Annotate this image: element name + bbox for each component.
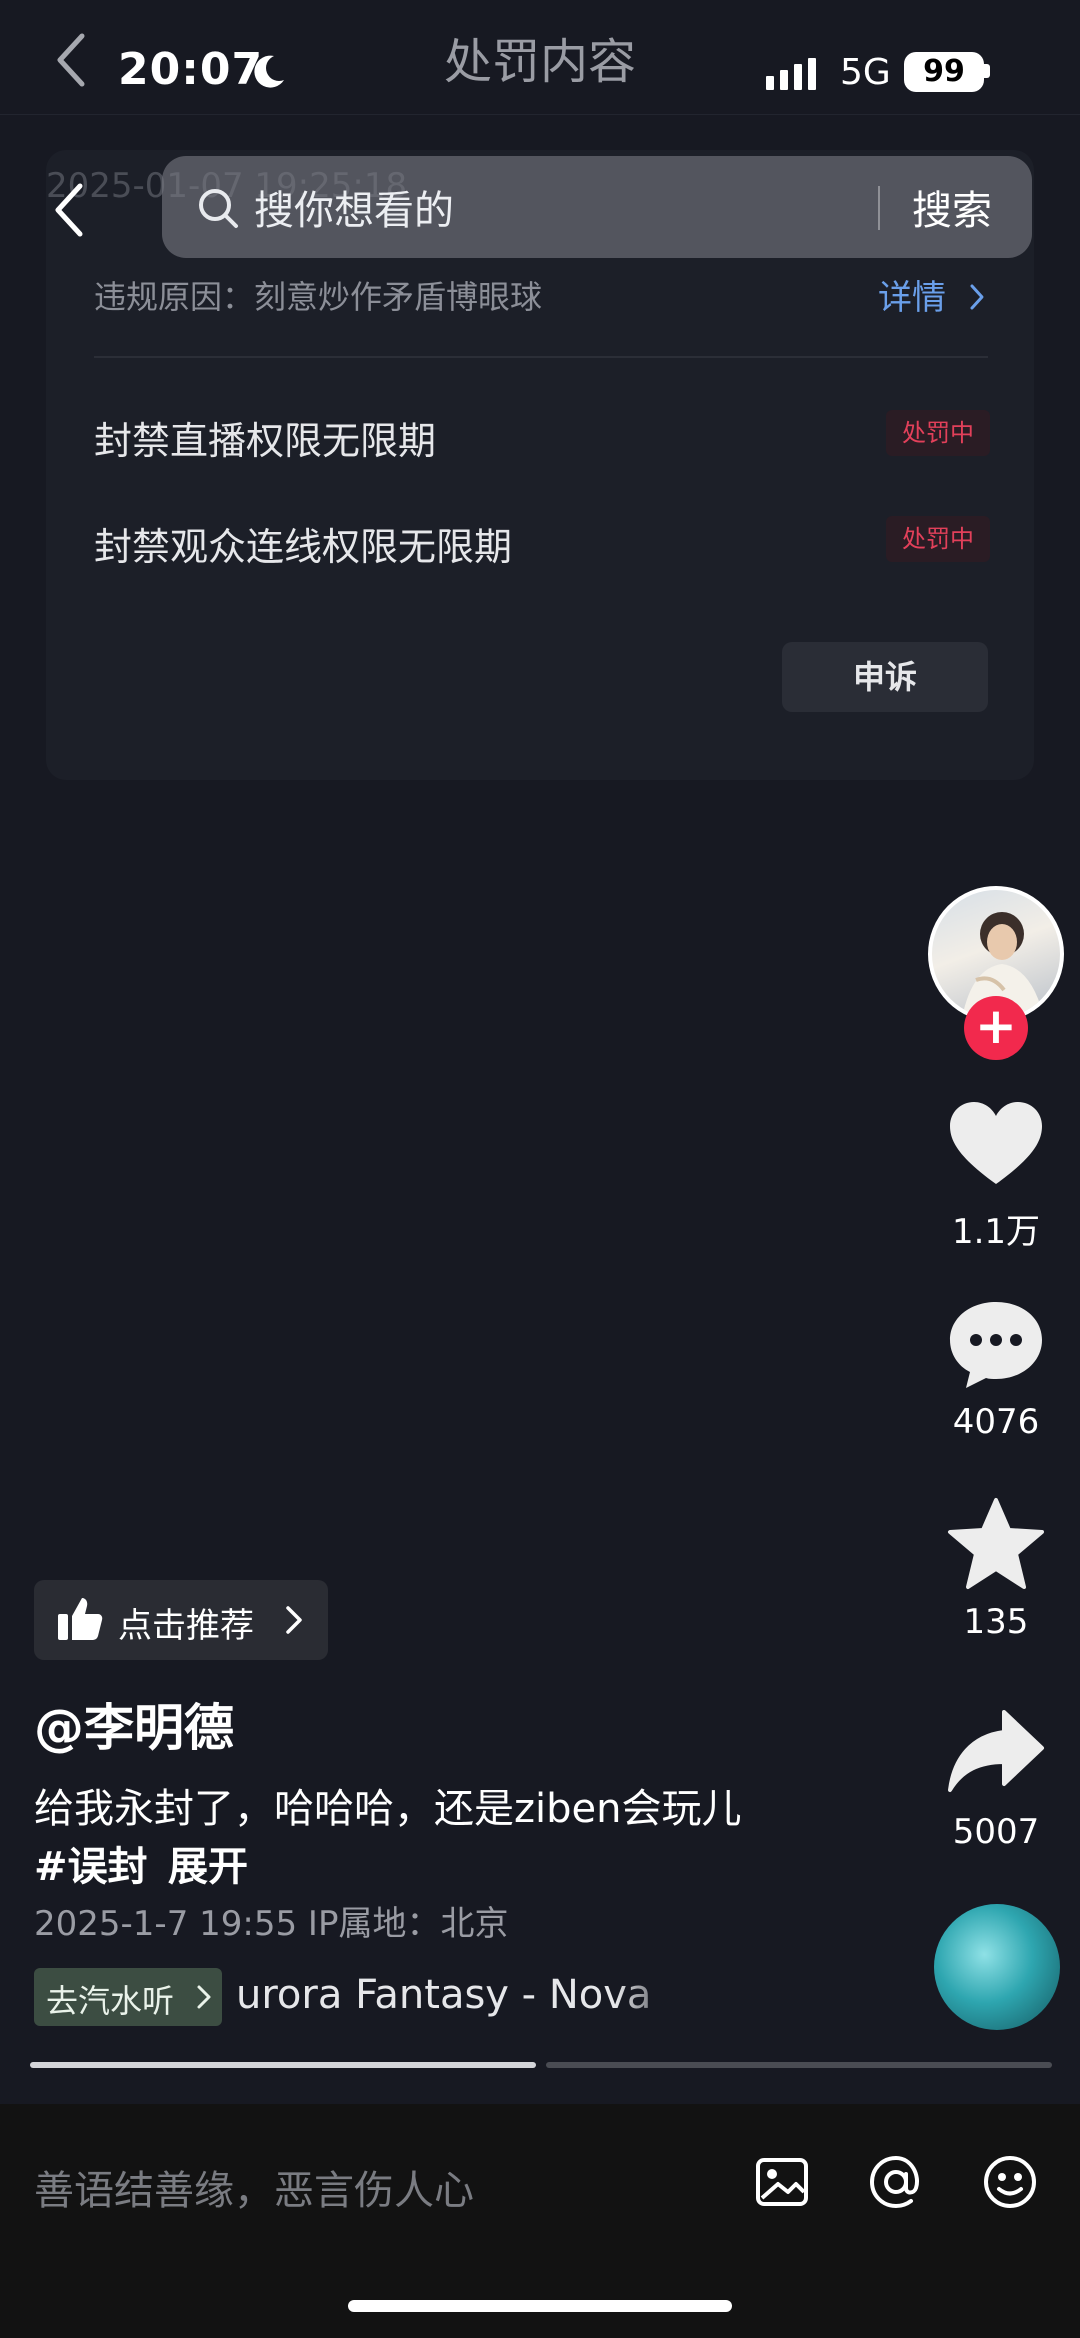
- video-caption: 给我永封了，哈哈哈，还是ziben会玩儿: [34, 1786, 742, 1832]
- thumbs-up-icon: [58, 1598, 103, 1640]
- post-meta: 2025-1-7 19:55 IP属地：北京: [34, 1904, 509, 1944]
- search-icon: [199, 189, 238, 228]
- star-icon[interactable]: [946, 1494, 1046, 1594]
- hashtag-link[interactable]: #误封: [34, 1834, 148, 1892]
- battery-tip: [984, 64, 990, 78]
- battery-level: 99: [904, 52, 984, 92]
- network-type: 5G: [840, 52, 891, 93]
- appeal-button[interactable]: 申诉: [782, 642, 988, 712]
- soda-music-label[interactable]: 去汽水听: [46, 1976, 174, 2022]
- music-title-fade: [616, 1964, 686, 2034]
- status-badge: 处罚中: [886, 516, 990, 562]
- favorites-count: 135: [963, 1602, 1029, 1642]
- signal-icon: [766, 58, 816, 90]
- status-badge: 处罚中: [886, 410, 990, 456]
- chevron-right-icon: [286, 1606, 302, 1634]
- penalty-item-live: 封禁直播权限无限期: [94, 419, 437, 463]
- penalty-item-connect: 封禁观众连线权限无限期: [94, 525, 513, 569]
- comment-input[interactable]: 善语结善缘，恶言伤人心: [34, 2158, 474, 2216]
- recommend-label[interactable]: 点击推荐: [118, 1598, 254, 1647]
- progress-bar-segment-1[interactable]: [30, 2062, 536, 2068]
- author-name[interactable]: @李明德: [34, 1688, 234, 1760]
- heart-icon[interactable]: [946, 1096, 1046, 1196]
- chevron-right-icon: [197, 1985, 211, 2009]
- comments-count: 4076: [952, 1402, 1040, 1442]
- back-icon[interactable]: [48, 180, 88, 240]
- search-separator: [878, 186, 880, 230]
- follow-button[interactable]: +: [964, 996, 1028, 1060]
- chevron-right-icon[interactable]: [966, 280, 988, 314]
- shares-count: 5007: [952, 1812, 1040, 1852]
- search-input[interactable]: 搜你想看的: [254, 178, 454, 236]
- violation-reason: 违规原因：刻意炒作矛盾博眼球: [94, 278, 543, 316]
- home-indicator[interactable]: [348, 2300, 732, 2312]
- search-button[interactable]: 搜索: [912, 178, 992, 236]
- header-divider: [0, 114, 1080, 115]
- image-icon[interactable]: [752, 2152, 812, 2212]
- music-disc[interactable]: [934, 1904, 1060, 2030]
- emoji-icon[interactable]: [980, 2152, 1040, 2212]
- at-icon[interactable]: [866, 2152, 926, 2212]
- likes-count: 1.1万: [951, 1212, 1041, 1252]
- progress-bar-segment-2[interactable]: [546, 2062, 1052, 2068]
- expand-button[interactable]: 展开: [168, 1834, 248, 1892]
- card-divider: [94, 356, 988, 358]
- comment-icon[interactable]: [946, 1294, 1046, 1394]
- details-link[interactable]: 详情: [878, 270, 946, 319]
- share-icon[interactable]: [946, 1702, 1046, 1802]
